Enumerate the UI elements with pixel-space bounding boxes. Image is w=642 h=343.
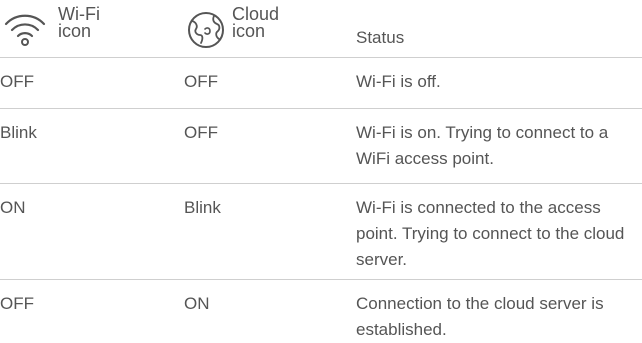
status-description-cell: Wi-Fi is on. Trying to connect to a WiFi… bbox=[356, 123, 609, 168]
status-column-label: Status bbox=[356, 28, 405, 47]
cloud-state-cell: OFF bbox=[184, 72, 218, 91]
table-row: ON Blink Wi-Fi is connected to the acces… bbox=[0, 184, 642, 280]
table-row: Blink OFF Wi-Fi is on. Trying to connect… bbox=[0, 109, 642, 184]
status-description-cell: Connection to the cloud server is establ… bbox=[356, 294, 604, 339]
table-header: Wi-Fi icon Cloud icon Status bbox=[0, 0, 642, 58]
status-column-header: Status bbox=[356, 0, 642, 57]
table-row: OFF OFF Wi-Fi is off. bbox=[0, 58, 642, 109]
cloud-state-cell: Blink bbox=[184, 198, 221, 217]
status-description-cell: Wi-Fi is off. bbox=[356, 72, 441, 91]
cloud-column-label: Cloud icon bbox=[232, 4, 280, 41]
cloud-state-cell: ON bbox=[184, 294, 210, 313]
wifi-icon bbox=[0, 8, 50, 52]
wifi-column-label: Wi-Fi icon bbox=[58, 4, 100, 41]
cloud-globe-icon bbox=[184, 8, 234, 52]
status-description-cell: Wi-Fi is connected to the access point. … bbox=[356, 198, 625, 269]
table-row: OFF ON Connection to the cloud server is… bbox=[0, 280, 642, 339]
wifi-state-cell: OFF bbox=[0, 294, 34, 313]
wifi-column-header: Wi-Fi icon bbox=[0, 0, 158, 57]
wifi-state-cell: ON bbox=[0, 198, 26, 217]
wifi-state-cell: Blink bbox=[0, 123, 37, 142]
cloud-column-header: Cloud icon bbox=[184, 0, 342, 57]
wifi-state-cell: OFF bbox=[0, 72, 34, 91]
led-status-table: Wi-Fi icon Cloud icon Status OFF OFF Wi-… bbox=[0, 0, 642, 339]
cloud-state-cell: OFF bbox=[184, 123, 218, 142]
